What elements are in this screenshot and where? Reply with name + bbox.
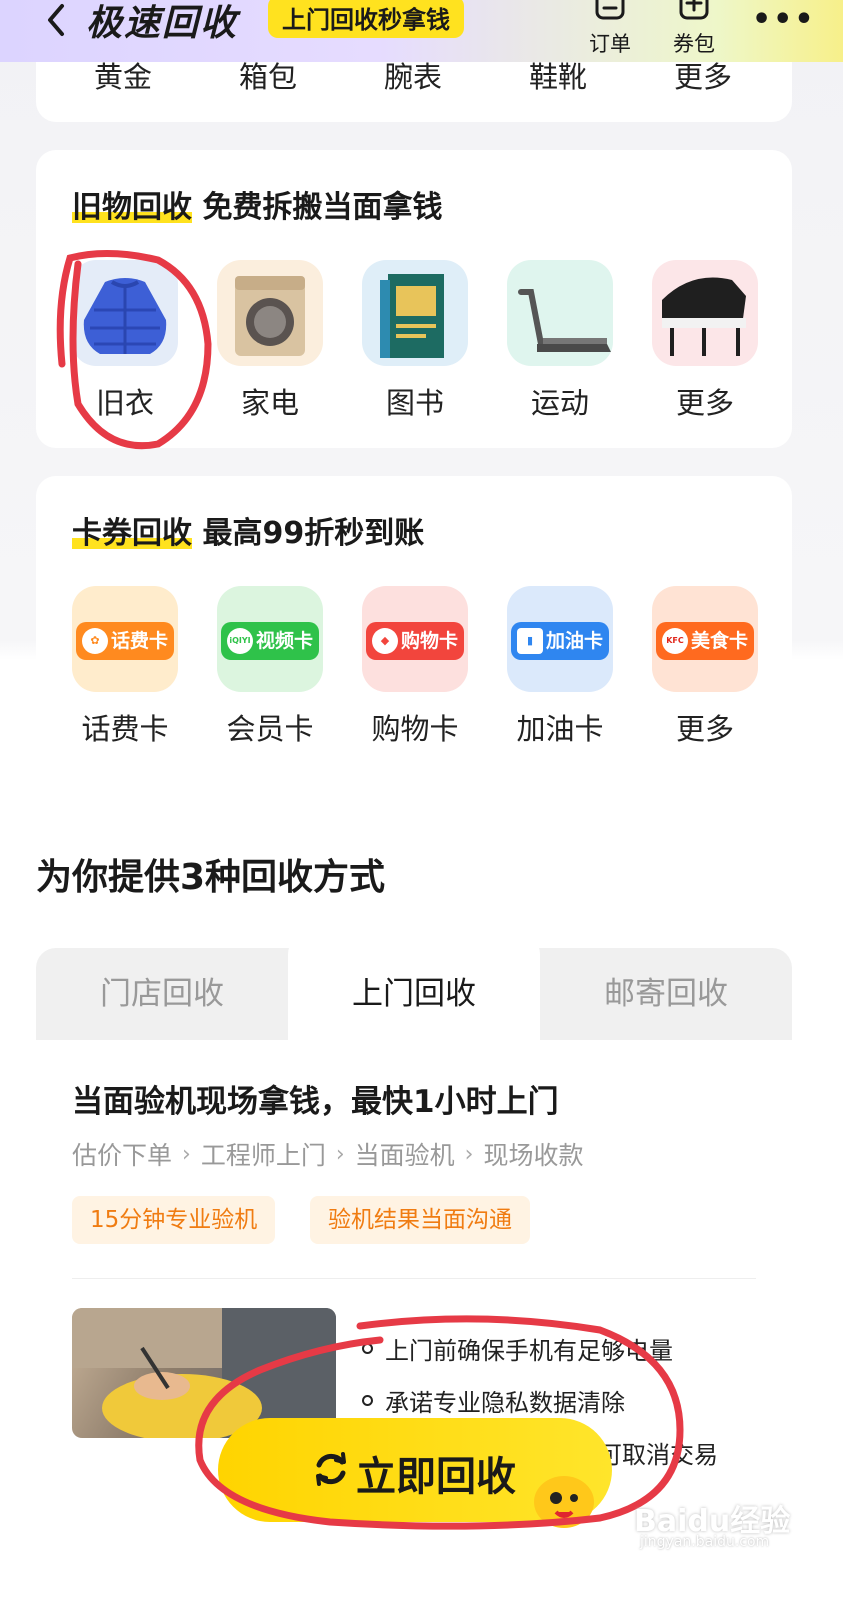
- bullet-text: 可取消交易: [598, 1440, 718, 1469]
- step-label: 工程师上门: [200, 1141, 326, 1170]
- fuel-card-icon: ▮ 加油卡: [507, 586, 613, 692]
- category-label: 更多: [673, 60, 732, 94]
- chevron-left-icon: [48, 4, 64, 36]
- card-text: 购物卡: [400, 630, 458, 652]
- used-item-label: 运动: [530, 386, 589, 420]
- voucher-item-label: 加油卡: [516, 712, 604, 746]
- used-item-appliance[interactable]: 家电: [215, 260, 325, 422]
- coupons-button[interactable]: 券包: [664, 0, 724, 60]
- mascot-icon: [534, 1476, 594, 1528]
- header-promo-badge: 上门回收秒拿钱: [268, 0, 464, 38]
- used-item-label: 图书: [385, 386, 444, 420]
- recycle-now-button[interactable]: 立即回收: [218, 1418, 612, 1528]
- card-voucher-title: 卡券回收 最高99折秒到账: [72, 508, 424, 552]
- shopping-card-graphic: ◆ 购物卡: [366, 622, 464, 660]
- fuel-card-graphic: ▮ 加油卡: [511, 622, 609, 660]
- feature-tag: 验机结果当面沟通: [310, 1196, 530, 1244]
- card-text: 加油卡: [545, 630, 603, 652]
- jacket-icon: [72, 260, 178, 366]
- chevron-right-icon: ›: [182, 1141, 191, 1167]
- orders-button[interactable]: 订单: [580, 0, 640, 60]
- recycle-now-label: 立即回收: [356, 1454, 516, 1500]
- phone-card-graphic: ✿ 话费卡: [76, 622, 174, 660]
- bullet-text: 上门前确保手机有足够电量: [385, 1336, 673, 1365]
- video-card-icon: iQIYI 视频卡: [217, 586, 323, 692]
- used-item-sports[interactable]: 运动: [505, 260, 615, 422]
- more-menu-button[interactable]: •••: [752, 2, 816, 37]
- category-label: 黄金: [93, 60, 152, 94]
- card-voucher-card: 卡券回收 最高99折秒到账 ✿ 话费卡 话费卡 iQIYI 视频卡 会员卡 ◆ …: [36, 476, 792, 766]
- tab-mail-recycle[interactable]: 邮寄回收: [540, 948, 792, 1040]
- used-item-clothes[interactable]: 旧衣: [70, 260, 180, 422]
- back-button[interactable]: [40, 0, 72, 40]
- used-goods-title: 旧物回收 免费拆搬当面拿钱: [72, 182, 442, 226]
- voucher-item-member[interactable]: iQIYI 视频卡 会员卡: [215, 586, 325, 748]
- refresh-icon: [316, 1452, 346, 1486]
- bullet-icon: [362, 1342, 373, 1354]
- recycle-methods-heading: 为你提供3种回收方式: [36, 857, 386, 898]
- piano-icon: [652, 260, 758, 366]
- used-goods-title-highlight: 旧物回收: [72, 190, 192, 225]
- bullet-text: 承诺专业隐私数据清除: [385, 1388, 625, 1417]
- page-title: 极速回收: [86, 3, 239, 44]
- video-card-graphic: iQIYI 视频卡: [221, 622, 319, 660]
- voucher-item-label: 话费卡: [81, 712, 169, 746]
- voucher-item-more[interactable]: KFC 美食卡 更多: [650, 586, 760, 748]
- bag-logo-icon: ◆: [372, 628, 398, 654]
- kfc-logo-icon: KFC: [662, 628, 688, 654]
- tab-store-recycle[interactable]: 门店回收: [36, 948, 288, 1040]
- used-goods-card: 旧物回收 免费拆搬当面拿钱 旧衣 家电 图书 运动 更多: [36, 150, 792, 448]
- list-item: 上门前确保手机有足够电量: [362, 1322, 718, 1374]
- card-text: 视频卡: [255, 630, 313, 652]
- voucher-item-label: 更多: [675, 712, 734, 746]
- bullet-icon: [362, 1394, 373, 1406]
- orders-label: 订单: [589, 32, 631, 56]
- top-header: 极速回收 上门回收秒拿钱 订单 券包 •••: [0, 0, 843, 62]
- used-goods-title-rest: 免费拆搬当面拿钱: [202, 190, 443, 225]
- voucher-item-phone[interactable]: ✿ 话费卡 话费卡: [70, 586, 180, 748]
- order-icon: [595, 0, 625, 20]
- category-label: 鞋靴: [528, 60, 587, 94]
- fuel-logo-icon: ▮: [517, 628, 543, 654]
- used-item-label: 旧衣: [95, 386, 154, 420]
- washing-machine-icon: [217, 260, 323, 366]
- book-icon: [362, 260, 468, 366]
- door-recycle-title: 当面验机现场拿钱，最快1小时上门: [72, 1084, 559, 1120]
- used-item-more[interactable]: 更多: [650, 260, 760, 422]
- feature-tag: 15分钟专业验机: [72, 1196, 276, 1244]
- step-label: 当面验机: [354, 1141, 455, 1170]
- phone-card-icon: ✿ 话费卡: [72, 586, 178, 692]
- treadmill-icon: [507, 260, 613, 366]
- coupon-icon: [679, 0, 709, 20]
- card-text: 话费卡: [110, 630, 168, 652]
- card-voucher-title-rest: 最高99折秒到账: [202, 516, 425, 551]
- voucher-item-label: 会员卡: [226, 712, 314, 746]
- chevron-right-icon: ›: [464, 1141, 474, 1167]
- card-voucher-title-highlight: 卡券回收: [72, 516, 192, 551]
- voucher-item-fuel[interactable]: ▮ 加油卡 加油卡: [505, 586, 615, 748]
- divider: [72, 1278, 756, 1279]
- category-label: 箱包: [238, 60, 297, 94]
- chevron-right-icon: ›: [335, 1141, 345, 1167]
- used-item-label: 家电: [240, 386, 299, 420]
- step-label: 估价下单: [72, 1141, 173, 1170]
- voucher-item-label: 购物卡: [371, 712, 459, 746]
- step-label: 现场收款: [483, 1141, 584, 1170]
- used-item-books[interactable]: 图书: [360, 260, 470, 422]
- shopping-card-icon: ◆ 购物卡: [362, 586, 468, 692]
- food-card-icon: KFC 美食卡: [652, 586, 758, 692]
- category-label: 腕表: [383, 60, 442, 94]
- coupons-label: 券包: [673, 32, 715, 56]
- unicom-logo-icon: ✿: [82, 628, 108, 654]
- iqiyi-logo-icon: iQIYI: [227, 628, 253, 654]
- used-item-label: 更多: [675, 386, 734, 420]
- tab-door-recycle[interactable]: 上门回收: [288, 934, 540, 1040]
- voucher-item-shopping[interactable]: ◆ 购物卡 购物卡: [360, 586, 470, 748]
- food-card-graphic: KFC 美食卡: [656, 622, 754, 660]
- card-text: 美食卡: [690, 630, 748, 652]
- process-steps: 估价下单 › 工程师上门 › 当面验机 › 现场收款: [72, 1136, 584, 1172]
- baidu-watermark-url: jingyan.baidu.com: [640, 1534, 770, 1550]
